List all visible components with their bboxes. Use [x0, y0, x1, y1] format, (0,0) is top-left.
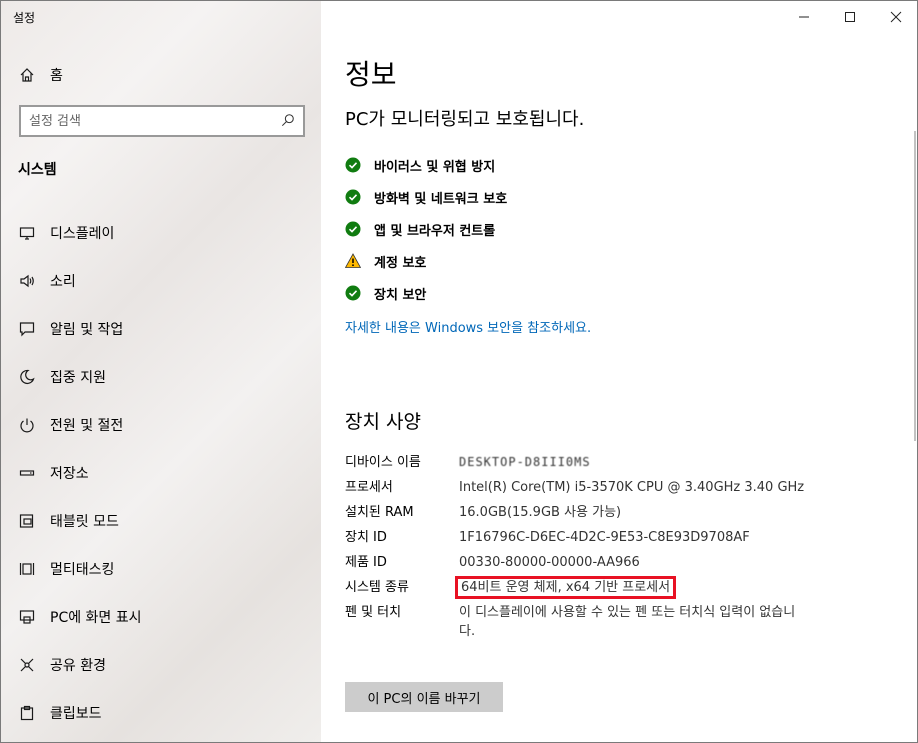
scrollbar[interactable]: [914, 131, 916, 441]
section-heading: 시스템: [18, 162, 57, 178]
sidebar-item-label: 디스플레이: [50, 226, 115, 242]
sidebar-item-project[interactable]: PC에 화면 표시: [18, 593, 308, 641]
spec-row-system-type: 시스템 종류 64비트 운영 체제, x64 기반 프로세서: [345, 576, 805, 599]
project-icon: [18, 608, 36, 626]
search-input[interactable]: [29, 113, 281, 129]
clipboard-icon: [18, 704, 36, 722]
maximize-button[interactable]: [827, 1, 873, 33]
spec-label: 장치 ID: [345, 530, 387, 545]
status-app-browser-control: 앱 및 브라우저 컨트롤: [345, 213, 507, 245]
storage-icon: [18, 464, 36, 482]
sidebar-item-label: 전원 및 절전: [50, 418, 124, 434]
spec-label: 제품 ID: [345, 555, 387, 570]
moon-icon: [18, 368, 36, 386]
search-icon[interactable]: [281, 112, 295, 131]
spec-label: 펜 및 터치: [345, 605, 402, 620]
protection-heading: PC가 모니터링되고 보호됩니다.: [345, 109, 585, 130]
share-icon: [18, 656, 36, 674]
spec-value-cell: 64비트 운영 체제, x64 기반 프로세서: [454, 576, 805, 599]
spec-value-device-name: DESKTOP-D8III0MS: [459, 455, 591, 469]
settings-window: 설정 홈 시스템 디스플레이 소리 알림 및: [0, 0, 918, 743]
minimize-icon: [799, 16, 809, 18]
window-controls: [781, 1, 917, 33]
sidebar-item-label: 소리: [50, 274, 76, 290]
monitor-icon: [18, 224, 36, 242]
spec-row-processor: 프로세서 Intel(R) Core(TM) i5-3570K CPU @ 3.…: [345, 478, 805, 497]
page-title: 정보: [345, 58, 397, 91]
spec-label: 디바이스 이름: [345, 455, 421, 470]
sidebar-item-home[interactable]: 홈: [18, 63, 63, 87]
status-virus-protection: 바이러스 및 위협 방지: [345, 149, 507, 181]
sidebar-item-power[interactable]: 전원 및 절전: [18, 401, 308, 449]
device-spec-heading: 장치 사양: [345, 411, 421, 433]
spec-row-device-id: 장치 ID 1F16796C-D6EC-4D2C-9E53-C8E93D9708…: [345, 528, 805, 547]
sidebar-item-multitasking[interactable]: 멀티태스킹: [18, 545, 308, 593]
spec-value-system-type: 64비트 운영 체제, x64 기반 프로세서: [454, 576, 677, 599]
sidebar-item-label: 클립보드: [50, 706, 102, 722]
close-button[interactable]: [873, 1, 917, 33]
status-label: 장치 보안: [374, 287, 427, 303]
sidebar-item-notifications[interactable]: 알림 및 작업: [18, 305, 308, 353]
spec-value-device-id: 1F16796C-D6EC-4D2C-9E53-C8E93D9708AF: [459, 530, 750, 545]
sidebar-item-label: PC에 화면 표시: [50, 610, 142, 626]
close-icon: [890, 11, 902, 23]
power-icon: [18, 416, 36, 434]
spec-value-product-id: 00330-80000-00000-AA966: [459, 555, 640, 570]
spec-row-pen-touch: 펜 및 터치 이 디스플레이에 사용할 수 있는 펜 또는 터치식 입력이 없습…: [345, 603, 805, 641]
search-box[interactable]: [19, 105, 305, 137]
sidebar-item-focus-assist[interactable]: 집중 지원: [18, 353, 308, 401]
sidebar-item-tablet-mode[interactable]: 태블릿 모드: [18, 497, 308, 545]
main-content: 정보 PC가 모니터링되고 보호됩니다. 바이러스 및 위협 방지 방화벽 및 …: [321, 1, 917, 742]
sidebar-nav: 디스플레이 소리 알림 및 작업 집중 지원 전원 및 절전 저장소 태블릿 모…: [18, 209, 308, 737]
warning-icon: [345, 253, 361, 269]
sidebar-item-label: 공유 환경: [50, 658, 106, 674]
sidebar-item-sound[interactable]: 소리: [18, 257, 308, 305]
sidebar-item-storage[interactable]: 저장소: [18, 449, 308, 497]
status-device-security: 장치 보안: [345, 277, 507, 309]
speaker-icon: [18, 272, 36, 290]
maximize-icon: [845, 12, 855, 22]
security-status-list: 바이러스 및 위협 방지 방화벽 및 네트워크 보호 앱 및 브라우저 컨트롤 …: [345, 149, 507, 309]
sidebar-item-label: 홈: [50, 68, 63, 84]
minimize-button[interactable]: [781, 1, 827, 33]
status-firewall: 방화벽 및 네트워크 보호: [345, 181, 507, 213]
sidebar-item-shared-experiences[interactable]: 공유 환경: [18, 641, 308, 689]
spec-value-pen-touch: 이 디스플레이에 사용할 수 있는 펜 또는 터치식 입력이 없습니다.: [459, 605, 796, 639]
status-label: 바이러스 및 위협 방지: [374, 159, 496, 175]
check-circle-icon: [345, 189, 361, 205]
spec-value-processor: Intel(R) Core(TM) i5-3570K CPU @ 3.40GHz…: [459, 480, 805, 495]
check-circle-icon: [345, 285, 361, 301]
spec-row-device-name: 디바이스 이름 DESKTOP-D8III0MS: [345, 453, 805, 472]
check-circle-icon: [345, 157, 361, 173]
sidebar-item-label: 알림 및 작업: [50, 322, 124, 338]
check-circle-icon: [345, 221, 361, 237]
device-spec-table: 디바이스 이름 DESKTOP-D8III0MS 프로세서 Intel(R) C…: [345, 453, 805, 647]
home-icon: [18, 66, 36, 84]
spec-label: 프로세서: [345, 480, 393, 495]
app-title: 설정: [13, 11, 36, 25]
notification-icon: [18, 320, 36, 338]
spec-label: 시스템 종류: [345, 580, 409, 595]
spec-value-ram: 16.0GB(15.9GB 사용 가능): [459, 505, 622, 520]
tablet-icon: [18, 512, 36, 530]
status-label: 방화벽 및 네트워크 보호: [374, 191, 508, 207]
rename-pc-button[interactable]: 이 PC의 이름 바꾸기: [345, 682, 503, 712]
spec-row-ram: 설치된 RAM 16.0GB(15.9GB 사용 가능): [345, 503, 805, 522]
sidebar-item-display[interactable]: 디스플레이: [18, 209, 308, 257]
multitask-icon: [18, 560, 36, 578]
sidebar: 설정 홈 시스템 디스플레이 소리 알림 및: [1, 1, 321, 742]
spec-row-product-id: 제품 ID 00330-80000-00000-AA966: [345, 553, 805, 572]
sidebar-item-label: 멀티태스킹: [50, 562, 115, 578]
status-account-protection: 계정 보호: [345, 245, 507, 277]
sidebar-item-label: 저장소: [50, 466, 89, 482]
sidebar-item-clipboard[interactable]: 클립보드: [18, 689, 308, 737]
sidebar-item-label: 집중 지원: [50, 370, 106, 386]
spec-label: 설치된 RAM: [345, 505, 414, 520]
status-label: 계정 보호: [374, 255, 427, 271]
sidebar-item-label: 태블릿 모드: [50, 514, 119, 530]
status-label: 앱 및 브라우저 컨트롤: [374, 223, 496, 239]
windows-security-link[interactable]: 자세한 내용은 Windows 보안을 참조하세요.: [345, 317, 591, 336]
